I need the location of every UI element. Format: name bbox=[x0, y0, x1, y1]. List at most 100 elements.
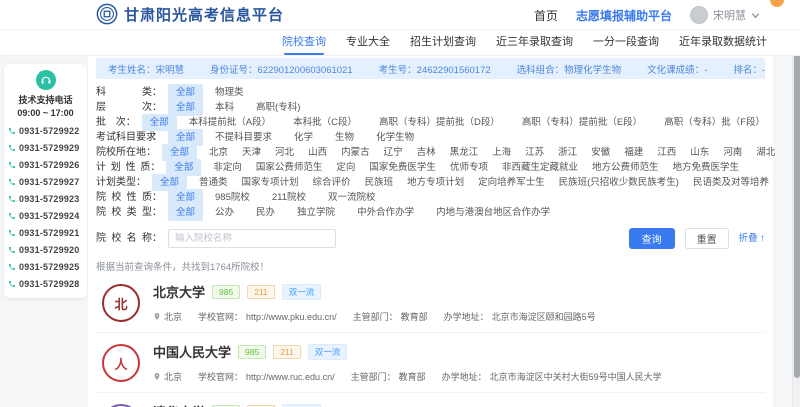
filter-option[interactable]: 优师专项 bbox=[450, 160, 488, 175]
filter-option[interactable]: 内地与港澳台地区合作办学 bbox=[436, 205, 550, 220]
user-name: 宋明慧 bbox=[713, 7, 746, 23]
filter-option[interactable]: 河北 bbox=[275, 145, 294, 160]
tab-college-query[interactable]: 院校查询 bbox=[282, 30, 326, 56]
university-name[interactable]: 中国人民大学 bbox=[153, 342, 231, 361]
filter-option[interactable]: 民族班 bbox=[365, 175, 394, 190]
filter-option[interactable]: 北京 bbox=[209, 145, 228, 160]
tab-enroll-plan-query[interactable]: 招生计划查询 bbox=[410, 30, 476, 56]
college-name-input[interactable] bbox=[168, 229, 336, 248]
tab-3yr-admission-query[interactable]: 近三年录取查询 bbox=[496, 30, 573, 56]
filter-option[interactable]: 定向培养军士生 bbox=[478, 175, 545, 190]
tab-major-list[interactable]: 专业大全 bbox=[346, 30, 390, 56]
scrollbar-track bbox=[792, 0, 800, 407]
filter-option[interactable]: 生物 bbox=[335, 130, 354, 145]
filter-option[interactable]: 本科提前批（A段） bbox=[189, 115, 271, 130]
filter-option[interactable]: 非定向 bbox=[213, 160, 242, 175]
filter-option[interactable]: 安徽 bbox=[591, 145, 610, 160]
filter-option[interactable]: 民语类及对等培养 bbox=[693, 175, 769, 190]
filter-option[interactable]: 985院校 bbox=[215, 190, 250, 205]
filter-option[interactable]: 山西 bbox=[308, 145, 327, 160]
university-name[interactable]: 北京大学 bbox=[153, 282, 205, 301]
filter-option[interactable]: 不提科目要求 bbox=[215, 130, 272, 145]
location-pin-icon bbox=[153, 312, 161, 321]
filter-option[interactable]: 河南 bbox=[723, 145, 742, 160]
tab-admission-stats[interactable]: 近年录取数据统计 bbox=[679, 30, 767, 56]
filter-option[interactable]: 地方免费医学生 bbox=[672, 160, 739, 175]
filter-option[interactable]: 浙江 bbox=[558, 145, 577, 160]
support-phone-number: 0931-5729922 bbox=[19, 126, 79, 136]
filter-option[interactable]: 国家免费医学生 bbox=[369, 160, 436, 175]
filter-row-location: 院校所在地： 全部 北京天津河北山西内蒙古辽宁吉林黑龙江上海江苏浙江安徽福建江西… bbox=[96, 145, 765, 160]
tab-score-segment-query[interactable]: 一分一段查询 bbox=[593, 30, 659, 56]
filter-option[interactable]: 民办 bbox=[256, 205, 275, 220]
headset-icon bbox=[36, 70, 56, 90]
filter-option[interactable]: 化学生物 bbox=[376, 130, 414, 145]
filter-option[interactable]: 独立学院 bbox=[297, 205, 335, 220]
filter-option[interactable]: 民族班(只招收少数民族考生) bbox=[559, 175, 679, 190]
filter-option[interactable]: 高职（专科）批（F段） bbox=[664, 115, 765, 130]
support-phone-number: 0931-5729920 bbox=[19, 245, 79, 255]
university-row: 清 清华大学 985 211 双一流 北京 学校官网：http://www.ts… bbox=[96, 392, 765, 407]
university-name[interactable]: 清华大学 bbox=[153, 402, 205, 407]
filter-option[interactable]: 上海 bbox=[492, 145, 511, 160]
student-info-field: 身份证号：622901200603061021 bbox=[210, 62, 353, 76]
university-address: 办学地址：北京市海淀区中关村大街59号中国人民大学 bbox=[442, 370, 662, 383]
scrollbar-thumb[interactable] bbox=[794, 28, 800, 378]
support-phone-number: 0931-5729925 bbox=[19, 262, 79, 272]
support-phone-item: 0931-5729920 bbox=[4, 241, 87, 258]
phone-icon bbox=[8, 246, 16, 254]
phone-icon bbox=[8, 178, 16, 186]
filter-option[interactable]: 公办 bbox=[215, 205, 234, 220]
filter-option[interactable]: 本科批（C段） bbox=[293, 115, 357, 130]
phone-icon bbox=[8, 280, 16, 288]
floating-widget-peek[interactable] bbox=[770, 0, 784, 7]
filter-option[interactable]: 天津 bbox=[242, 145, 261, 160]
support-phone-number: 0931-5729924 bbox=[19, 211, 79, 221]
filter-option[interactable]: 国家专项计划 bbox=[242, 175, 299, 190]
filter-option[interactable]: 江西 bbox=[657, 145, 676, 160]
support-phone-number: 0931-5729929 bbox=[19, 143, 79, 153]
university-website: 学校官网：http://www.pku.edu.cn/ bbox=[198, 310, 337, 323]
filter-option[interactable]: 211院校 bbox=[272, 190, 306, 205]
filter-option[interactable]: 黑龙江 bbox=[450, 145, 479, 160]
filter-option[interactable]: 双一流院校 bbox=[328, 190, 376, 205]
filter-option[interactable]: 山东 bbox=[690, 145, 709, 160]
collapse-link[interactable]: 折叠 ↑ bbox=[739, 231, 765, 246]
home-link[interactable]: 首页 bbox=[534, 7, 558, 24]
filter-option[interactable]: 地方专项计划 bbox=[407, 175, 464, 190]
filter-option[interactable]: 国家公费师范生 bbox=[256, 160, 323, 175]
tech-support-panel: 技术支持电话 09:00 ~ 17:00 0931-5729922 0931-5… bbox=[4, 64, 87, 298]
filter-option[interactable]: 普通类 bbox=[199, 175, 228, 190]
filter-option[interactable]: 内蒙古 bbox=[341, 145, 370, 160]
query-button[interactable]: 查询 bbox=[629, 228, 675, 249]
filter-option[interactable]: 吉林 bbox=[417, 145, 436, 160]
filter-option[interactable]: 辽宁 bbox=[384, 145, 403, 160]
support-phone-item: 0931-5729921 bbox=[4, 224, 87, 241]
filter-option[interactable]: 本科 bbox=[215, 100, 234, 115]
phone-icon bbox=[8, 144, 16, 152]
filter-option[interactable]: 化学 bbox=[294, 130, 313, 145]
filter-option[interactable]: 定向 bbox=[336, 160, 355, 175]
filter-option[interactable]: 综合评价 bbox=[313, 175, 351, 190]
reset-button[interactable]: 重置 bbox=[685, 228, 729, 249]
filter-option[interactable]: 湖北 bbox=[756, 145, 775, 160]
support-phone-number: 0931-5729921 bbox=[19, 228, 79, 238]
filter-option[interactable]: 地方公费师范生 bbox=[592, 160, 659, 175]
filter-option[interactable]: 高职(专科) bbox=[256, 100, 300, 115]
filter-all-chip[interactable]: 全部 bbox=[168, 204, 203, 221]
filter-option[interactable]: 物理类 bbox=[215, 85, 244, 100]
user-menu[interactable]: 宋明慧 bbox=[690, 6, 760, 24]
filter-option[interactable]: 中外合作办学 bbox=[357, 205, 414, 220]
filter-option[interactable]: 非西藏生定藏就业 bbox=[502, 160, 578, 175]
filter-option[interactable]: 江苏 bbox=[525, 145, 544, 160]
filter-option[interactable]: 高职（专科）提前批（D段） bbox=[379, 115, 500, 130]
avatar bbox=[690, 6, 708, 24]
support-phone-list: 0931-5729922 0931-5729929 0931-5729926 0… bbox=[4, 122, 87, 292]
filter-option[interactable]: 福建 bbox=[624, 145, 643, 160]
filter-option[interactable]: 高职（专科）提前批（E段） bbox=[522, 115, 642, 130]
filter-label: 批次 bbox=[96, 115, 126, 130]
filter-label: 层次 bbox=[96, 100, 152, 115]
assist-platform-link[interactable]: 志愿填报辅助平台 bbox=[576, 7, 672, 24]
student-info-field: 考生姓名：宋明慧 bbox=[108, 62, 184, 76]
phone-icon bbox=[8, 229, 16, 237]
